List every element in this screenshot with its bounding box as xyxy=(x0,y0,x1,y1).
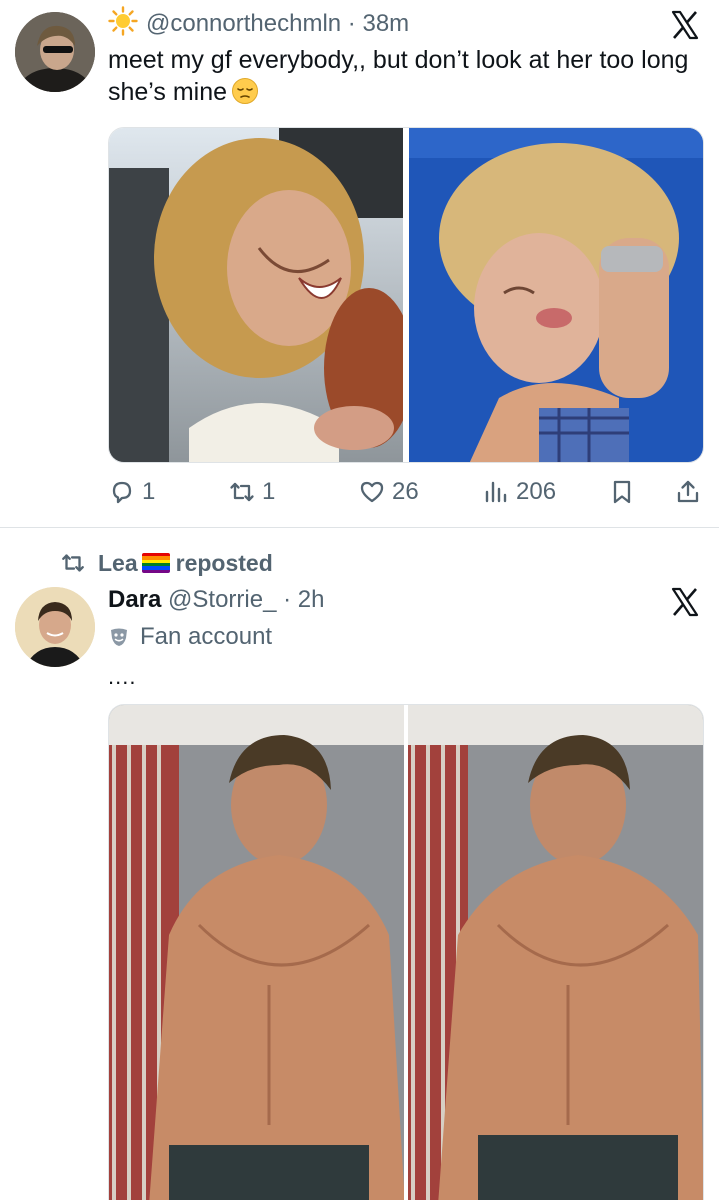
repost-icon xyxy=(230,482,254,502)
repost-button[interactable]: 1 xyxy=(228,474,275,510)
like-button[interactable]: 26 xyxy=(358,474,419,510)
media-photo[interactable] xyxy=(408,705,703,1200)
photo-image xyxy=(109,705,404,1200)
user-handle[interactable]: @Storrie_ xyxy=(168,586,276,613)
tweet-actions: 1 1 26 206 xyxy=(108,474,704,510)
repost-icon xyxy=(62,554,84,572)
theater-masks-icon xyxy=(111,628,127,646)
tweet-text-body: meet my gf everybody,, but don’t look at… xyxy=(108,46,689,106)
bar-chart-icon xyxy=(485,481,507,503)
media-photo[interactable] xyxy=(109,128,403,462)
tweet-1[interactable]: @connorthechmln · 38m meet my gf everybo… xyxy=(0,0,719,527)
tweet-header: Dara @Storrie_ · 2h xyxy=(108,585,324,615)
avatar-image xyxy=(15,587,95,667)
photo-image xyxy=(109,128,403,462)
repost-label: reposted xyxy=(175,550,273,576)
share-button[interactable] xyxy=(674,474,702,510)
x-logo-icon xyxy=(671,10,699,40)
like-count: 26 xyxy=(392,478,419,505)
sun-icon xyxy=(108,6,138,36)
pensive-face-emoji xyxy=(232,78,259,104)
tweet-header: @connorthechmln · 38m xyxy=(108,6,409,39)
heart-icon xyxy=(360,481,384,503)
bookmark-button[interactable] xyxy=(608,474,636,510)
timestamp[interactable]: 2h xyxy=(298,586,325,613)
reply-count: 1 xyxy=(142,478,156,505)
share-icon xyxy=(677,480,699,503)
media-photo[interactable] xyxy=(409,128,703,462)
account-label: Fan account xyxy=(108,622,272,652)
tweet-text: .... xyxy=(108,664,137,689)
reply-icon xyxy=(112,481,132,504)
bookmark-icon xyxy=(613,480,631,504)
view-count: 206 xyxy=(516,478,557,505)
user-handle[interactable]: @connorthechmln xyxy=(146,10,341,37)
timestamp[interactable]: 38m xyxy=(362,10,409,37)
photo-image xyxy=(409,128,703,462)
avatar-image xyxy=(15,12,95,92)
rainbow-flag-icon xyxy=(141,553,170,573)
repost-indicator[interactable]: Lea reposted xyxy=(60,548,273,578)
tweet-media[interactable] xyxy=(108,127,704,463)
display-name[interactable]: Dara xyxy=(108,586,161,613)
tweet-media[interactable] xyxy=(108,704,704,1200)
avatar[interactable] xyxy=(15,12,95,92)
separator-dot: · xyxy=(341,10,363,37)
x-logo-icon xyxy=(671,587,699,617)
account-label-text: Fan account xyxy=(140,623,273,650)
repost-user[interactable]: Lea xyxy=(98,548,138,578)
media-photo[interactable] xyxy=(109,705,404,1200)
photo-image xyxy=(408,705,703,1200)
tweet-text: meet my gf everybody,, but don’t look at… xyxy=(108,44,698,108)
repost-count: 1 xyxy=(262,478,276,505)
views-button[interactable]: 206 xyxy=(482,474,556,510)
reply-button[interactable]: 1 xyxy=(108,474,155,510)
avatar[interactable] xyxy=(15,587,95,667)
separator-dot: · xyxy=(276,586,298,613)
